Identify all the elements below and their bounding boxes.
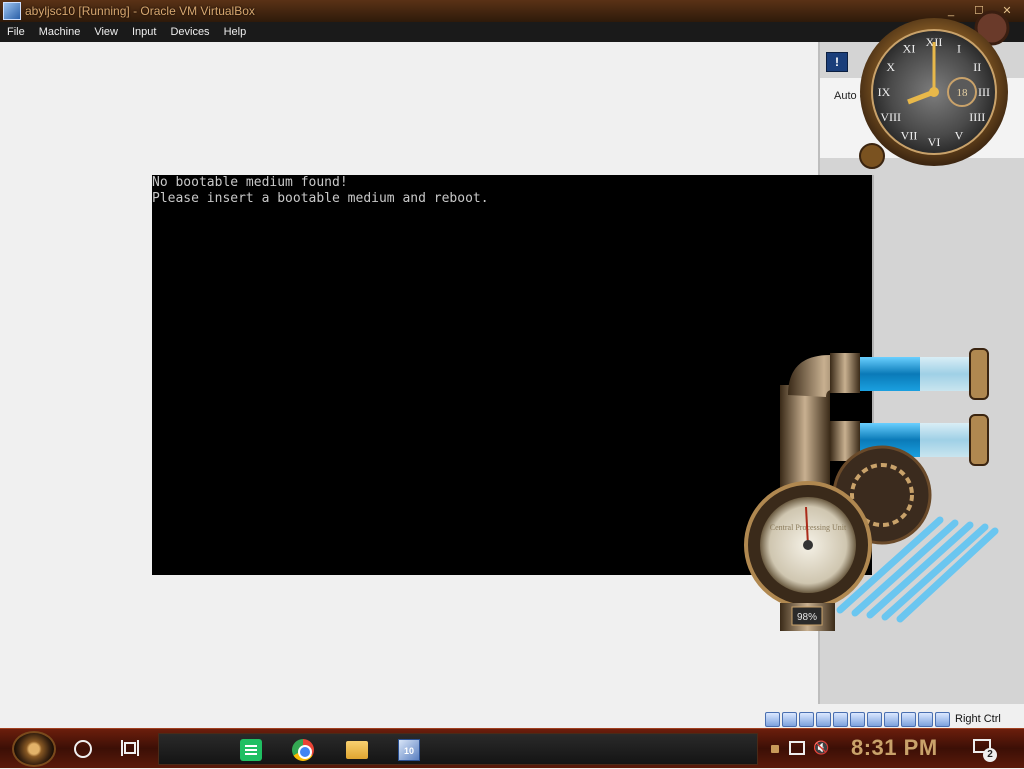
boot-message-line-1: No bootable medium found!	[152, 175, 348, 190]
clock-numeral: X	[886, 60, 895, 74]
clock-numeral: VIII	[880, 110, 901, 124]
sheets-app-icon[interactable]	[240, 739, 262, 761]
gauge-label: Central Processing Unit	[770, 523, 847, 532]
clock-numeral: VII	[901, 128, 918, 142]
clock-numeral: II	[973, 60, 981, 74]
cpu-percent: 98%	[797, 612, 817, 623]
clock-numeral: I	[957, 42, 961, 56]
recording-icon[interactable]	[884, 711, 899, 727]
usb-icon[interactable]	[833, 711, 848, 727]
boot-message-line-2: Please insert a bootable medium and rebo…	[152, 191, 489, 206]
mouse-integration-icon[interactable]	[918, 711, 933, 727]
info-icon[interactable]: !	[826, 52, 848, 72]
clock-numeral: XI	[903, 42, 916, 56]
optical-drive-icon[interactable]	[782, 711, 797, 727]
vm-status-bar: Right Ctrl	[765, 710, 1024, 728]
menu-machine[interactable]: Machine	[32, 26, 88, 38]
notification-count: 2	[983, 748, 997, 762]
system-tray: 🔇 8:31 PM 2	[765, 729, 1024, 769]
virtualbox-app-icon[interactable]	[3, 2, 21, 20]
window-title: abyljsc10 [Running] - Oracle VM VirtualB…	[25, 4, 255, 18]
harddisk-icon[interactable]	[765, 711, 780, 727]
clock-numeral: V	[955, 128, 964, 142]
chrome-app-icon[interactable]	[292, 739, 314, 761]
audio-icon[interactable]	[799, 711, 814, 727]
taskbar: 10 🔇 8:31 PM 2	[0, 728, 1024, 768]
host-key-label: Right Ctrl	[955, 713, 1001, 725]
network-icon[interactable]	[816, 711, 831, 727]
network-tray-icon[interactable]	[789, 741, 805, 755]
menu-help[interactable]: Help	[217, 26, 254, 38]
search-circle-icon[interactable]	[74, 740, 92, 758]
menu-input[interactable]: Input	[125, 26, 163, 38]
menu-file[interactable]: File	[0, 26, 32, 38]
notifications-icon[interactable]: 2	[973, 739, 997, 762]
clock-time[interactable]: 8:31 PM	[851, 735, 938, 761]
volume-muted-icon[interactable]: 🔇	[813, 741, 829, 755]
clock-numeral: III	[978, 85, 990, 99]
cpu-meter-gadget[interactable]: Central Processing Unit 98%	[740, 345, 1005, 650]
keyboard-capture-icon[interactable]	[935, 711, 950, 727]
virtualbox-taskbar-icon[interactable]: 10	[398, 739, 420, 761]
clock-numeral: IX	[878, 85, 891, 99]
display-icon[interactable]	[867, 711, 882, 727]
vt-x-icon[interactable]	[901, 711, 916, 727]
tray-indicator-icon[interactable]	[771, 745, 779, 753]
menu-view[interactable]: View	[87, 26, 125, 38]
clock-numeral: IIII	[969, 110, 985, 124]
clock-date: 18	[957, 87, 969, 99]
file-explorer-icon[interactable]	[346, 741, 368, 759]
start-button[interactable]	[12, 731, 56, 767]
clock-gadget[interactable]: 18 XIIIIIIIIIIIIVVIVIIVIIIIXXXI	[852, 6, 1018, 172]
clock-numeral: VI	[928, 135, 941, 149]
shared-folders-icon[interactable]	[850, 711, 865, 727]
menu-devices[interactable]: Devices	[163, 26, 216, 38]
task-view-icon[interactable]	[121, 740, 139, 756]
